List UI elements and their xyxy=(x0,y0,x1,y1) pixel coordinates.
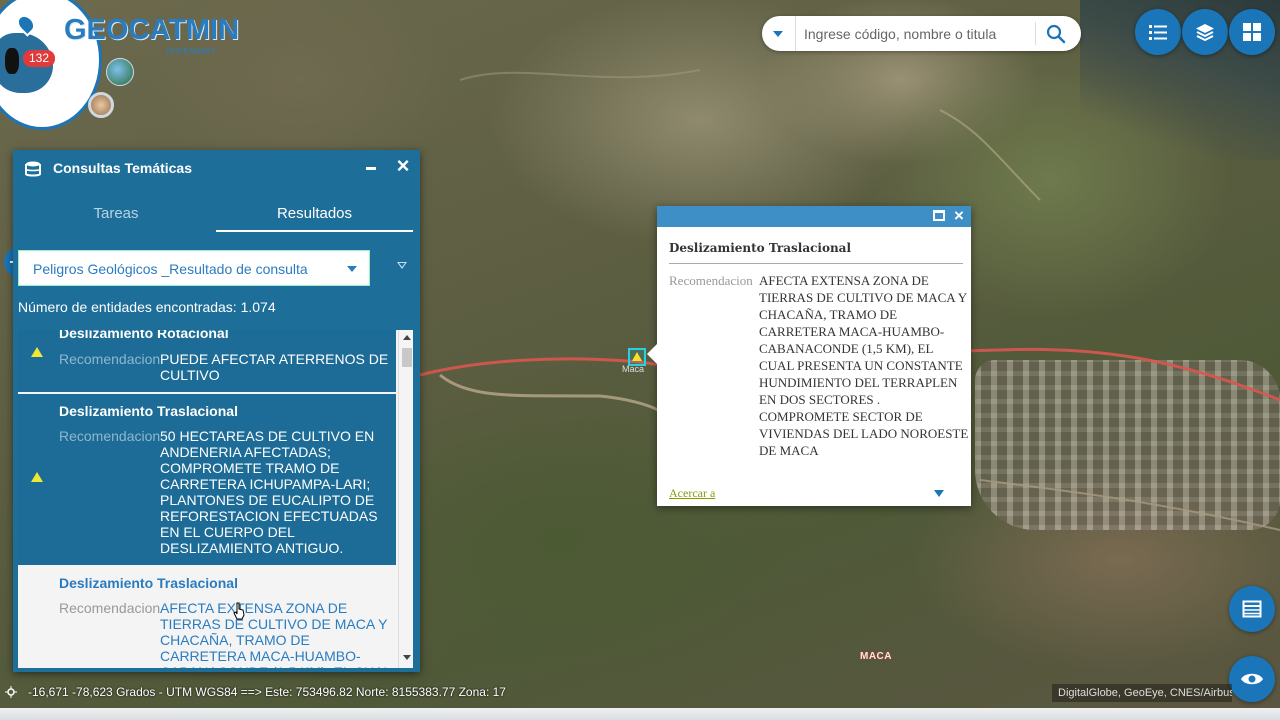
popup-field-value: AFECTA EXTENSA ZONA DE TIERRAS DE CULTIV… xyxy=(759,273,969,458)
layers-button[interactable] xyxy=(1182,9,1228,55)
search-input[interactable] xyxy=(804,20,1034,47)
popup-divider xyxy=(669,263,963,264)
caret-down-icon xyxy=(773,31,783,37)
results-scrollbar[interactable] xyxy=(398,330,413,668)
popup-pointer xyxy=(647,344,657,364)
warning-triangle-icon xyxy=(632,352,642,361)
map-road-label: Maca xyxy=(622,364,645,374)
scroll-up-icon[interactable] xyxy=(403,335,411,340)
app-logo[interactable]: GEOCATMIN INGEMMET 132 xyxy=(0,0,239,150)
search-bar xyxy=(762,16,1081,51)
popup-titlebar: × xyxy=(657,206,971,227)
window-bottom-edge xyxy=(0,708,1280,720)
notification-badge[interactable]: 132 xyxy=(23,50,55,67)
close-button[interactable]: × xyxy=(951,207,967,225)
map-attribution: DigitalGlobe, GeoEye, CNES/Airbus DS xyxy=(1052,684,1232,702)
tab-resultados[interactable]: Resultados xyxy=(216,200,413,232)
result-value: AFECTA EXTENSA ZONA DE TIERRAS DE CULTIV… xyxy=(160,600,391,668)
popup-title: Deslizamiento Traslacional xyxy=(669,241,852,255)
list-icon xyxy=(1149,25,1167,40)
consultas-panel: Consultas Temáticas × Tareas Resultados … xyxy=(13,150,420,672)
scroll-down-icon[interactable] xyxy=(403,655,411,660)
grid-icon xyxy=(1243,23,1261,41)
database-icon xyxy=(24,160,42,178)
zoom-to-link[interactable]: Acercar a xyxy=(669,486,715,501)
result-key: Recomendacion xyxy=(59,428,161,444)
results-list: Deslizamiento Rotacional Recomendacion P… xyxy=(18,330,413,668)
tab-tareas[interactable]: Tareas xyxy=(18,200,214,232)
list-item[interactable]: Deslizamiento Traslacional Recomendacion… xyxy=(18,394,396,565)
scroll-thumb[interactable] xyxy=(402,348,412,367)
hand-cursor-icon xyxy=(233,602,245,620)
magnifier-icon[interactable] xyxy=(88,92,114,118)
search-type-dropdown[interactable] xyxy=(762,16,796,51)
popup-field-key: Recomendacion xyxy=(669,273,753,288)
result-count: Número de entidades encontradas: 1.074 xyxy=(18,299,276,315)
result-key: Recomendacion xyxy=(59,351,161,367)
panel-title: Consultas Temáticas xyxy=(53,160,193,176)
map-place-label: MACA xyxy=(860,651,892,662)
close-button[interactable]: × xyxy=(393,155,413,177)
caret-down-icon xyxy=(347,266,357,272)
legend-list-button[interactable] xyxy=(1135,9,1181,55)
search-divider xyxy=(1035,22,1036,45)
result-value: 50 HECTAREAS DE CULTIVO EN ANDENERIA AFE… xyxy=(160,428,378,556)
search-icon xyxy=(1046,24,1066,44)
table-icon xyxy=(1242,600,1262,618)
attribute-table-button[interactable] xyxy=(1229,586,1275,632)
app-name: GEOCATMIN xyxy=(64,14,240,46)
panel-header: Consultas Temáticas × xyxy=(13,150,420,186)
layer-select-value: Peligros Geológicos _Resultado de consul… xyxy=(33,261,308,277)
more-actions-icon[interactable] xyxy=(934,490,944,497)
search-button[interactable] xyxy=(1044,22,1068,46)
feature-popup: × Deslizamiento Traslacional Recomendaci… xyxy=(647,206,971,506)
result-title: Deslizamiento Rotacional xyxy=(59,330,229,341)
basemap-gallery-button[interactable] xyxy=(1229,9,1275,55)
result-value: PUEDE AFECTAR ATERRENOS DE CULTIVO xyxy=(160,351,389,383)
result-title: Deslizamiento Traslacional xyxy=(59,575,238,591)
maximize-button[interactable] xyxy=(933,210,945,221)
result-title: Deslizamiento Traslacional xyxy=(59,403,238,419)
globe-icon[interactable] xyxy=(106,58,134,86)
warning-triangle-icon xyxy=(31,347,43,357)
result-key: Recomendacion xyxy=(59,600,161,616)
list-item[interactable]: Deslizamiento Rotacional Recomendacion P… xyxy=(18,330,396,392)
layers-icon xyxy=(1196,24,1214,42)
list-item[interactable]: Deslizamiento Traslacional Recomendacion… xyxy=(18,567,396,668)
minimize-button[interactable] xyxy=(364,158,378,176)
coordinates-readout: -16,671 -78,623 Grados - UTM WGS84 ==> E… xyxy=(28,685,506,699)
filter-icon[interactable] xyxy=(397,262,407,269)
warning-triangle-icon xyxy=(31,472,43,482)
layer-select[interactable]: Peligros Geológicos _Resultado de consul… xyxy=(18,250,370,286)
panel-tabs: Tareas Resultados xyxy=(13,200,420,232)
app-subtitle: INGEMMET xyxy=(166,47,218,56)
coordinates-icon xyxy=(5,686,17,698)
